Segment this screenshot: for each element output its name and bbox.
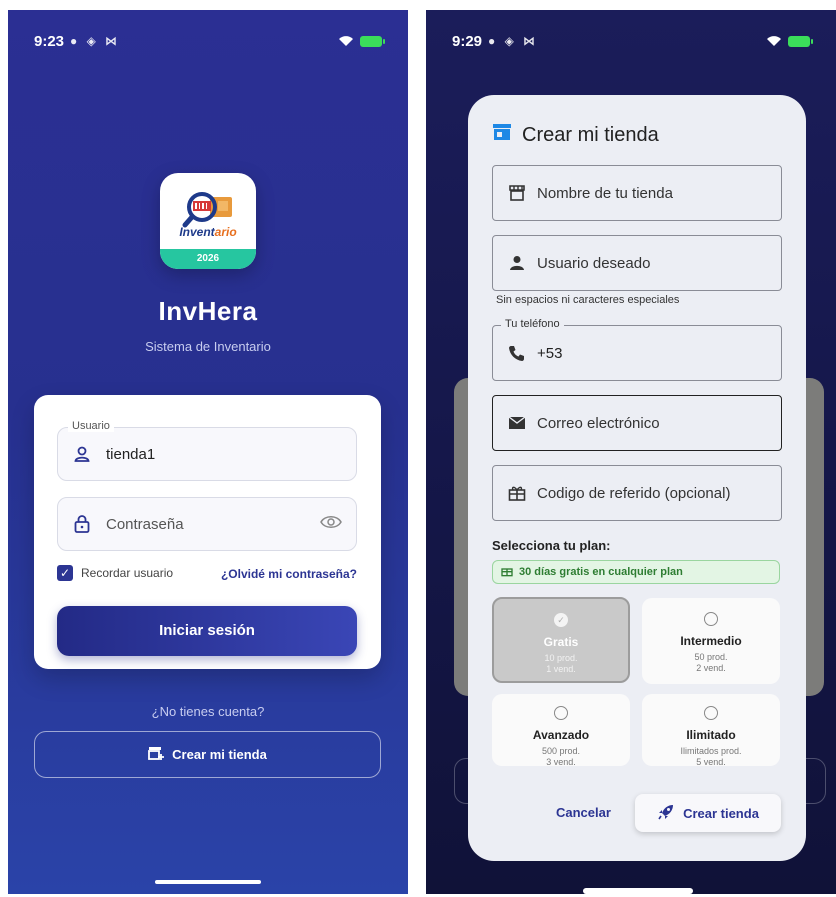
status-time: 9:29 [452,32,483,50]
radio-icon[interactable] [704,612,718,626]
plan-name: Intermedio [680,634,742,648]
password-placeholder: Contraseña [106,515,184,533]
password-field[interactable]: Contraseña [57,497,357,551]
check-circle-icon: ✓ [554,613,568,627]
logo-year: 2026 [160,249,256,269]
status-bar: 9:23 ● ◈ ⋈ [34,30,385,52]
status-time: 9:23 [34,32,65,50]
trial-banner: 30 días gratis en cualquier plan [492,560,780,584]
remember-checkbox[interactable]: ✓ Recordar usuario [57,565,173,581]
plan-section-title: Selecciona tu plan: [492,538,611,553]
wifi-icon [766,35,782,47]
eye-icon[interactable] [320,515,342,534]
phone-value: +53 [537,344,563,362]
radio-icon[interactable] [554,706,568,720]
app-logo: Inventario 2026 [160,173,256,269]
login-card: Usuario tienda1 Contraseña ✓ Recordar us… [34,395,381,669]
lock-icon [58,514,106,534]
plan-name: Avanzado [532,728,590,742]
create-store-submit-label: Crear tienda [683,805,759,821]
create-store-screen: 9:29 ● ◈ ⋈ Crear mi tienda Nombre de tu … [426,10,836,894]
email-icon [497,416,537,430]
store-add-icon [148,746,165,763]
username-label: Usuario [68,420,114,432]
logo-magnifier-icon [182,192,232,228]
plan-products: 50 prod. [694,652,728,662]
username-field[interactable]: Usuario deseado [492,235,782,291]
plan-vendors: 3 vend. [546,757,576,767]
username-field[interactable]: Usuario tienda1 [57,420,357,481]
app-subtitle: Sistema de Inventario [145,339,271,354]
plan-products: Ilimitados prod. [680,746,742,756]
rocket-icon [657,803,675,824]
status-notification-icons: ● ◈ ⋈ [70,34,121,48]
create-store-dialog: Crear mi tienda Nombre de tu tienda Usua… [468,95,806,861]
plan-card-avanzado[interactable]: Avanzado 500 prod. 3 vend. [492,694,630,767]
gift-icon [497,484,537,502]
wifi-icon [338,35,354,47]
login-screen: 9:23 ● ◈ ⋈ Inventario 2026 InvHera Siste… [8,10,408,894]
plan-products: 500 prod. [541,746,581,756]
app-name: InvHera [158,296,258,326]
person-icon [497,254,537,272]
email-field[interactable]: Correo electrónico [492,395,782,451]
create-store-button[interactable]: Crear mi tienda [34,731,381,778]
remember-label: Recordar usuario [81,566,174,580]
create-store-label: Crear mi tienda [172,747,267,762]
plan-vendors: 1 vend. [546,664,576,674]
status-bar: 9:29 ● ◈ ⋈ [452,30,813,52]
email-placeholder: Correo electrónico [537,414,660,432]
plan-card-gratis[interactable]: ✓ Gratis 10 prod. 1 vend. [492,597,630,683]
plan-products: 10 prod. [544,653,578,663]
home-indicator [155,880,261,884]
user-icon [58,445,106,463]
battery-icon [788,35,813,47]
no-account-text: ¿No tienes cuenta? [151,704,265,719]
battery-icon [360,35,385,47]
login-button[interactable]: Iniciar sesión [57,606,357,656]
gift-icon [501,565,513,580]
username-placeholder: Usuario deseado [537,254,651,272]
phone-icon [497,344,537,362]
store-name-placeholder: Nombre de tu tienda [537,184,673,202]
cancel-button[interactable]: Cancelar [556,805,611,820]
home-indicator [583,888,693,894]
referral-placeholder: Codigo de referido (opcional) [537,484,731,502]
username-helper-text: Sin espacios ni caracteres especiales [496,294,680,306]
checkbox-checked-icon[interactable]: ✓ [57,565,73,581]
radio-icon[interactable] [704,706,718,720]
logo-text: Inventario [179,225,237,239]
store-name-field[interactable]: Nombre de tu tienda [492,165,782,221]
referral-field[interactable]: Codigo de referido (opcional) [492,465,782,521]
plan-vendors: 5 vend. [696,757,726,767]
dialog-title: Crear mi tienda [492,123,659,147]
status-notification-icons: ● ◈ ⋈ [488,34,539,48]
plan-name: Ilimitado [686,728,736,742]
trial-banner-text: 30 días gratis en cualquier plan [519,566,683,578]
store-icon [492,123,512,147]
create-store-submit-button[interactable]: Crear tienda [635,794,781,832]
plan-card-ilimitado[interactable]: Ilimitado Ilimitados prod. 5 vend. [642,694,780,767]
plan-name: Gratis [543,635,579,649]
dialog-title-text: Crear mi tienda [522,123,659,146]
phone-field[interactable]: Tu teléfono +53 [492,318,782,381]
plan-vendors: 2 vend. [696,663,726,673]
username-value: tienda1 [106,445,156,463]
plan-card-intermedio[interactable]: Intermedio 50 prod. 2 vend. [642,598,780,684]
storefront-icon [497,184,537,202]
forgot-password-link[interactable]: ¿Olvidé mi contraseña? [221,567,357,581]
phone-label: Tu teléfono [501,318,564,330]
